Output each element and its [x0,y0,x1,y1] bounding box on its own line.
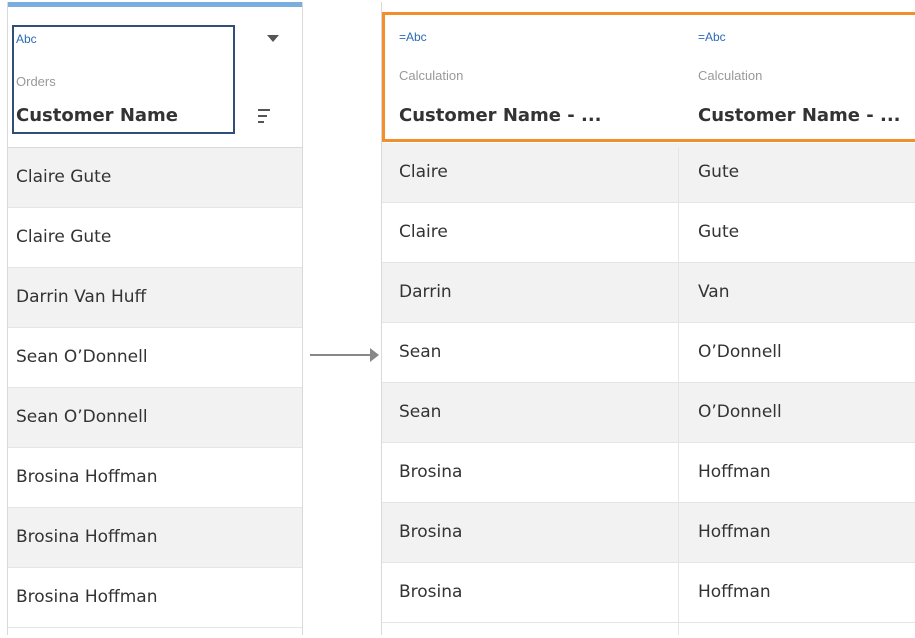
source-cell: Sean O’Donnell [16,407,148,427]
first-name-cell: Claire [399,222,448,242]
last-name-cell: Hoffman [698,462,771,482]
sort-icon[interactable] [258,109,272,125]
source-cell: Brosina Hoffman [16,467,158,487]
source-cell: Darrin Van Huff [16,287,147,307]
calculation-label: Calculation [399,68,464,83]
source-cell: Claire Gute [16,167,112,187]
first-name-cell: Claire [399,162,448,182]
data-type-label: =Abc [698,30,726,44]
table-row: Darrin Van [382,263,915,323]
column-divider [678,148,679,635]
first-name-cell: Sean [399,402,442,422]
field-name-label: Customer Name [16,105,178,126]
data-type-label: Abc [16,32,37,46]
source-cell: Claire Gute [16,227,112,247]
table-row: Darrin Van Huff [8,268,302,328]
result-field-header: =Abc Calculation Customer Name - ... =Ab… [382,2,915,149]
last-name-cell: O’Donnell [698,402,782,422]
field-name-label: Customer Name - ... [399,105,602,126]
table-row: Sean O’Donnell [382,323,915,383]
result-rows: Claire Gute Claire Gute Darrin Van Sean … [382,143,915,623]
table-row: Sean O’Donnell [8,388,302,448]
source-field-panel: Abc Orders Customer Name Claire Gute Cla… [7,2,303,635]
chevron-down-icon[interactable] [267,35,279,42]
last-name-cell: O’Donnell [698,342,782,362]
calculation-label: Calculation [698,68,763,83]
last-name-cell: Hoffman [698,522,771,542]
table-row: Claire Gute [382,203,915,263]
first-name-cell: Sean [399,342,442,362]
source-cell: Sean O’Donnell [16,347,148,367]
last-name-cell: Van [698,282,730,302]
source-cell: Brosina Hoffman [16,527,158,547]
table-row: Brosina Hoffman [382,563,915,623]
table-row: Claire Gute [8,208,302,268]
table-row: Brosina Hoffman [382,503,915,563]
source-field-header[interactable]: Abc Orders Customer Name [8,7,302,148]
table-row: Brosina Hoffman [8,508,302,568]
arrow-head-icon [370,348,379,362]
table-row: Claire Gute [382,143,915,203]
table-row: Brosina Hoffman [8,568,302,628]
table-row: Claire Gute [8,148,302,208]
first-name-cell: Darrin [399,282,452,302]
data-type-label: =Abc [399,30,427,44]
source-cell: Brosina Hoffman [16,587,158,607]
source-rows: Claire Gute Claire Gute Darrin Van Huff … [8,148,302,628]
last-name-cell: Hoffman [698,582,771,602]
result-fields-panel: =Abc Calculation Customer Name - ... =Ab… [381,2,915,635]
field-name-label: Customer Name - ... [698,105,901,126]
last-name-cell: Gute [698,162,740,182]
table-row: Sean O’Donnell [382,383,915,443]
table-row: Brosina Hoffman [382,443,915,503]
first-name-cell: Brosina [399,582,463,602]
last-name-cell: Gute [698,222,740,242]
table-row: Sean O’Donnell [8,328,302,388]
first-name-cell: Brosina [399,462,463,482]
table-row: Brosina Hoffman [8,448,302,508]
first-name-cell: Brosina [399,522,463,542]
arrow-right-icon [310,354,374,356]
table-name-label: Orders [16,74,56,89]
